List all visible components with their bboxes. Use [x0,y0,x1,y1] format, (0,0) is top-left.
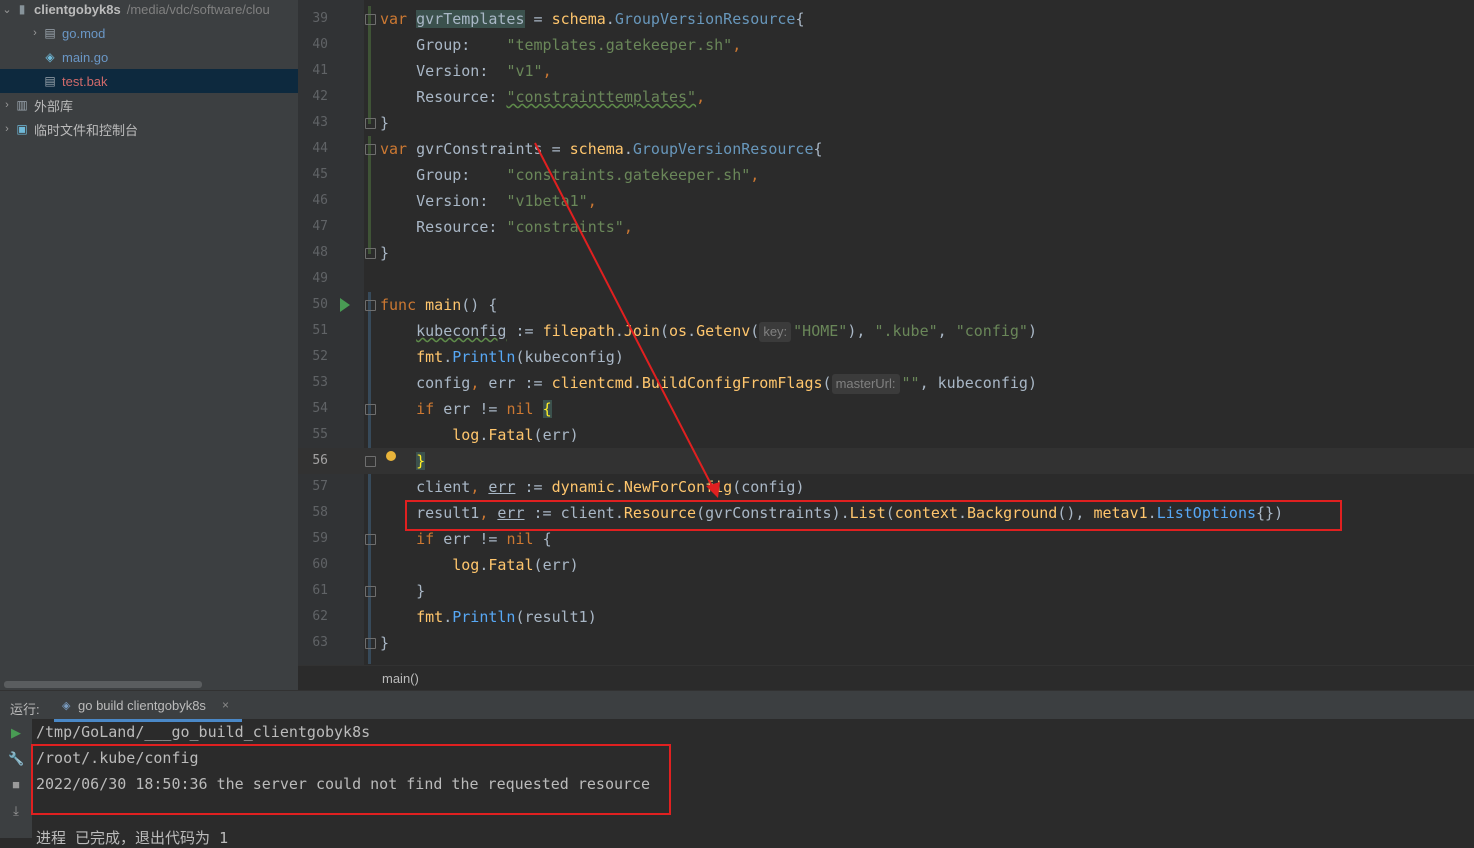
go-file-icon: ◈ [45,50,55,64]
tree-item-label: test.bak [62,73,108,89]
tree-item-label: 外部库 [34,98,74,114]
annotation-box-output [31,744,671,815]
scroll-to-end-icon[interactable]: ⤓ [8,803,24,819]
project-sidebar: ⌄ ▮ clientgobyk8s /media/vdc/software/cl… [0,0,298,690]
sidebar-scrollbar[interactable] [4,681,202,688]
run-toolbar: ▶ 🔧 ■ ⤓ [0,719,32,838]
chevron-right-icon[interactable]: › [28,27,42,39]
chevron-right-icon[interactable]: › [0,123,14,135]
wrench-icon[interactable]: 🔧 [8,751,24,767]
code-editor[interactable]: 39 var gvrTemplates = schema.GroupVersio… [298,0,1474,665]
run-header: 运行: ◈ go build clientgobyk8s × [0,691,1474,722]
project-name: clientgobyk8s [34,1,121,17]
tree-item-main-go[interactable]: ◈ main.go [0,45,298,69]
console-line: /tmp/GoLand/___go_build_clientgobyk8s [36,723,371,741]
tree-item-external-libs[interactable]: › ▥ 外部库 [0,93,298,117]
project-root-row[interactable]: ⌄ ▮ clientgobyk8s /media/vdc/software/cl… [0,0,298,21]
tree-item-label: 临时文件和控制台 [34,122,139,138]
file-icon: ▤ [44,74,56,88]
tree-item-scratches[interactable]: › ▣ 临时文件和控制台 [0,117,298,141]
chevron-down-icon[interactable]: ⌄ [0,3,14,16]
run-tab-label: go build clientgobyk8s [78,698,206,713]
file-icon: ▤ [44,26,56,40]
close-icon[interactable]: × [222,698,229,712]
run-tab[interactable]: ◈ go build clientgobyk8s × [54,691,242,722]
breadcrumb-item[interactable]: main() [382,671,419,686]
run-label: 运行: [10,702,40,717]
stop-icon[interactable]: ■ [8,777,24,792]
library-icon: ▥ [16,98,28,112]
run-panel: 运行: ◈ go build clientgobyk8s × ▶ 🔧 ■ ⤓ /… [0,690,1474,847]
tree-item-label: main.go [62,49,109,65]
go-build-icon: ◈ [62,700,71,712]
tree-item-go-mod[interactable]: › ▤ go.mod [0,21,298,45]
annotation-arrow [534,142,720,498]
project-path: /media/vdc/software/clou [126,1,270,17]
breadcrumb[interactable]: main() [298,665,1474,691]
scratches-icon: ▣ [16,122,28,136]
tree-item-label: go.mod [62,25,106,41]
folder-icon: ▮ [18,2,26,16]
rerun-icon[interactable]: ▶ [8,725,24,741]
tree-item-test-bak[interactable]: ▤ test.bak [0,69,298,93]
console-line: 进程 已完成，退出代码为 1 [36,829,229,847]
chevron-right-icon[interactable]: › [0,99,14,111]
